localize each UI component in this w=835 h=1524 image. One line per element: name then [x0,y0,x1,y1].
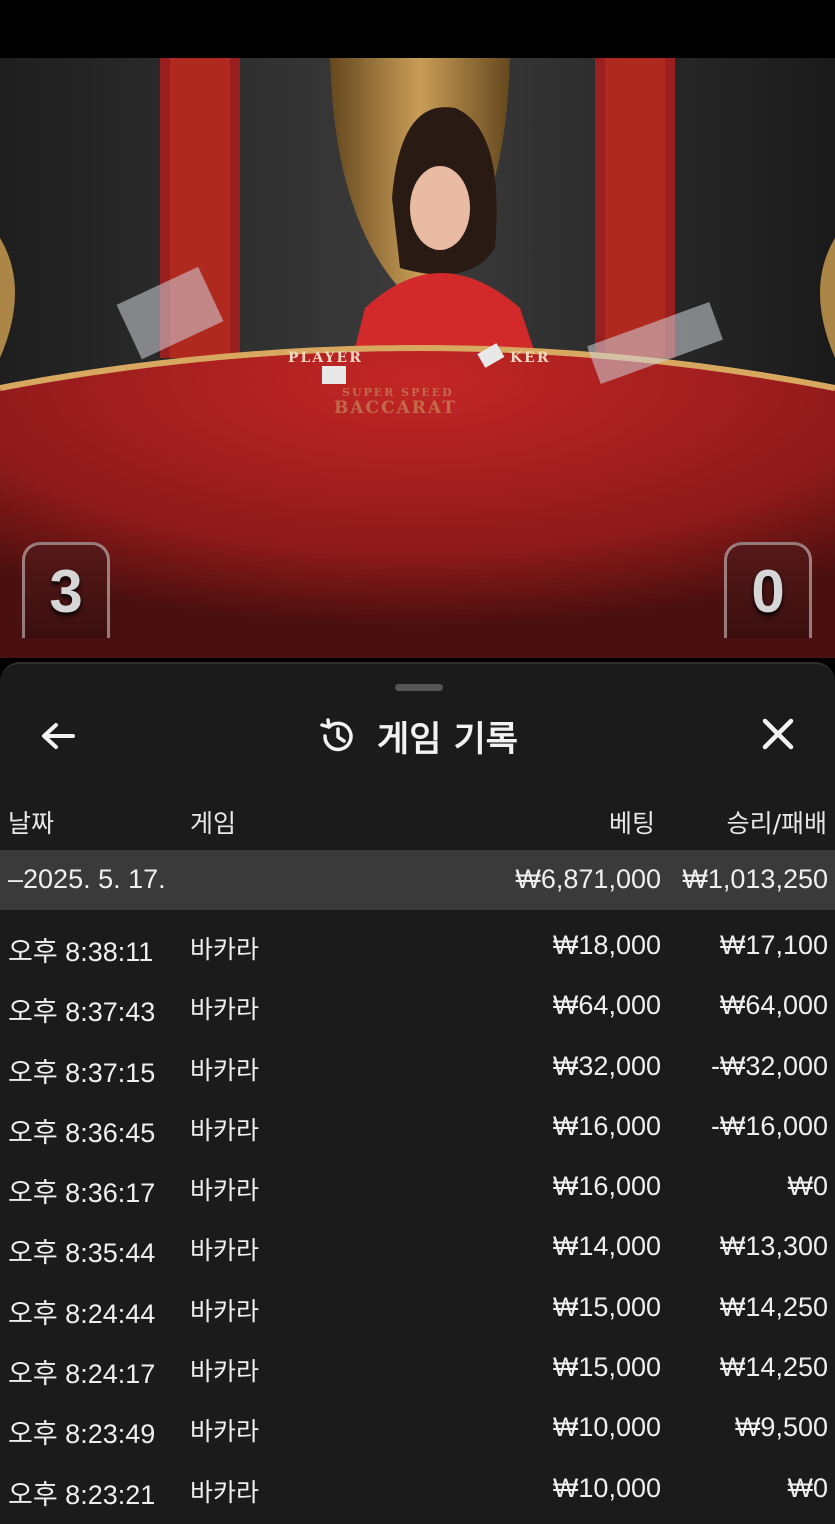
row-result: ₩9,500 [734,1412,828,1443]
table-label-player: PLAYER [288,350,363,366]
row-game: 바카라 [190,1417,260,1447]
row-game: 바카라 [190,935,260,964]
row-bet: ₩10,000 [552,1412,661,1443]
history-row[interactable]: 오후 8:23:49 바카라 ₩10,000 ₩9,500 [0,1398,835,1458]
table-label-banker: KER [510,350,551,366]
row-time: 오후 8:23:49 [8,1419,156,1450]
banker-score: 0 [751,558,785,625]
row-time: 오후 8:36:17 [8,1178,156,1209]
history-row[interactable]: 오후 8:35:44 바카라 ₩14,000 ₩13,300 [0,1217,835,1277]
history-row[interactable]: 오후 8:24:44 바카라 ₩15,000 ₩14,250 [0,1278,835,1338]
baccarat-table-scene [0,58,835,658]
row-time: 오후 8:36:45 [8,1117,156,1148]
close-button[interactable] [754,710,802,758]
summary-result-total: ₩1,013,250 [682,864,828,894]
row-bet: ₩16,000 [552,1171,661,1202]
row-bet: ₩32,000 [552,1050,661,1081]
row-result: ₩13,300 [719,1231,828,1262]
history-list: 오후 8:38:11 바카라 ₩18,000 ₩17,100 오후 8:37:4… [0,916,835,1519]
row-result: ₩0 [787,1472,829,1503]
row-result: ₩0 [787,1171,829,1202]
row-bet: ₩64,000 [552,990,661,1021]
row-result: ₩14,250 [719,1352,828,1383]
status-bar [0,0,835,58]
history-row[interactable]: 오후 8:24:17 바카라 ₩15,000 ₩14,250 [0,1338,835,1398]
row-bet: ₩15,000 [552,1291,661,1322]
column-header-bet: 베팅 [608,809,655,838]
row-bet: ₩14,000 [552,1231,661,1262]
player-score-box: 3 [22,542,110,638]
drag-handle[interactable] [395,684,443,691]
column-header-date: 날짜 [8,809,55,838]
date-summary-row[interactable]: –2025. 5. 17. ₩6,871,000 ₩1,013,250 [0,850,835,910]
row-game: 바카라 [190,1055,260,1085]
history-row[interactable]: 오후 8:36:17 바카라 ₩16,000 ₩0 [0,1157,835,1217]
row-time: 오후 8:38:11 [8,937,154,967]
row-time: 오후 8:24:17 [8,1359,156,1390]
history-row[interactable]: 오후 8:23:21 바카라 ₩10,000 ₩0 [0,1459,835,1519]
row-result: -₩16,000 [710,1110,828,1141]
panel-header: 게임 기록 [0,708,835,764]
row-bet: ₩16,000 [552,1110,661,1141]
summary-date: –2025. 5. 17. [8,864,166,894]
row-game: 바카라 [190,1236,260,1266]
row-result: -₩32,000 [710,1050,828,1081]
column-header-game: 게임 [190,809,237,838]
game-history-panel: 게임 기록 날짜 게임 베팅 승리/패배 –2025. 5. 17. ₩6,87… [0,662,835,1524]
row-result: ₩64,000 [719,990,828,1021]
summary-bet-total: ₩6,871,000 [515,864,661,894]
history-row[interactable]: 오후 8:37:43 바카라 ₩64,000 ₩64,000 [0,976,835,1036]
history-row[interactable]: 오후 8:37:15 바카라 ₩32,000 -₩32,000 [0,1037,835,1097]
row-time: 오후 8:37:43 [8,997,156,1028]
player-score: 3 [49,558,83,625]
history-row[interactable]: 오후 8:38:11 바카라 ₩18,000 ₩17,100 [0,916,835,976]
row-game: 바카라 [190,1477,260,1507]
row-game: 바카라 [190,995,260,1025]
column-header-result: 승리/패배 [726,809,827,838]
table-brand-line2: BACCARAT [334,398,457,418]
row-game: 바카라 [190,1176,260,1206]
row-bet: ₩10,000 [552,1472,661,1503]
row-bet: ₩18,000 [552,930,661,960]
row-game: 바카라 [190,1115,260,1145]
row-time: 오후 8:23:21 [8,1479,156,1510]
row-result: ₩17,100 [719,930,828,960]
row-time: 오후 8:24:44 [8,1298,156,1329]
history-clock-icon [320,718,353,752]
row-game: 바카라 [190,1296,260,1326]
row-time: 오후 8:37:15 [8,1057,156,1088]
live-video-stream[interactable]: PLAYER KER SUPER SPEED BACCARAT 3 0 [0,58,835,658]
panel-title: 게임 기록 [377,719,518,760]
history-row[interactable]: 오후 8:36:45 바카라 ₩16,000 -₩16,000 [0,1097,835,1157]
row-result: ₩14,250 [719,1291,828,1322]
row-game: 바카라 [190,1357,260,1387]
row-bet: ₩15,000 [552,1352,661,1383]
banker-score-box: 0 [724,542,812,638]
close-icon [762,718,794,750]
row-time: 오후 8:35:44 [8,1238,156,1269]
